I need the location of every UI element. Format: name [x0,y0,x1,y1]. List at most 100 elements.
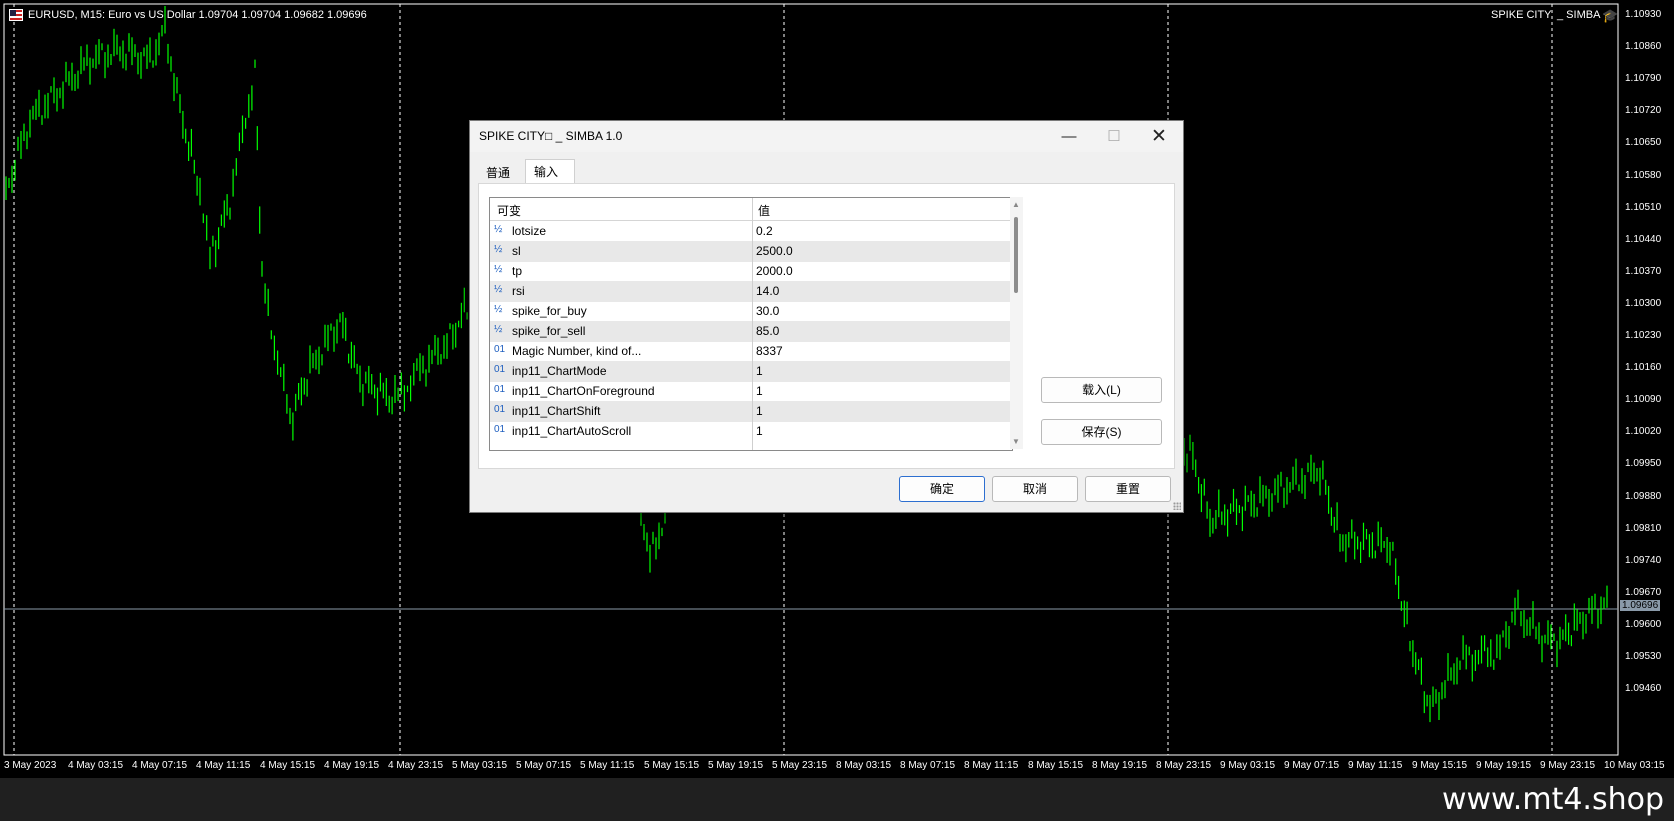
input-row-rsi[interactable]: ½ rsi 14.0 [490,281,1012,302]
chart-symbol-header: EURUSD, M15: Euro vs US Dollar 1.09704 1… [28,9,367,21]
price-tick-label: 1.09880 [1625,490,1662,502]
input-value[interactable]: 0.2 [756,224,773,238]
integer-type-icon: 01 [494,364,506,375]
input-row-sl[interactable]: ½ sl 2500.0 [490,241,1012,262]
ea-properties-dialog: SPIKE CITY□ _ SIMBA 1.0 — ☐ ✕ 普通 输入 可变 值… [469,120,1184,513]
time-tick-label: 3 May 2023 [4,760,57,771]
double-type-icon: ½ [494,264,503,275]
ok-button[interactable]: 确定 [899,476,985,502]
price-tick-label: 1.10090 [1625,394,1662,406]
input-row-inp11-chartautoscroll[interactable]: 01 inp11_ChartAutoScroll 1 [490,421,1012,442]
price-tick-label: 1.10790 [1625,73,1662,85]
input-value[interactable]: 1 [756,384,763,398]
input-value[interactable]: 8337 [756,344,783,358]
input-row-spike-for-sell[interactable]: ½ spike_for_sell 85.0 [490,321,1012,342]
price-tick-label: 1.10860 [1625,41,1662,53]
input-value[interactable]: 85.0 [756,324,779,338]
column-header-value[interactable]: 值 [758,202,770,219]
save-button[interactable]: 保存(S) [1041,419,1162,445]
price-tick-label: 1.10650 [1625,137,1662,149]
time-tick-label: 5 May 03:15 [452,760,508,771]
input-value[interactable]: 2500.0 [756,244,793,258]
price-tick-label: 1.10510 [1625,201,1662,213]
scroll-down-icon[interactable]: ▼ [1012,437,1020,446]
time-tick-label: 5 May 23:15 [772,760,828,771]
scrollbar-thumb[interactable] [1014,217,1018,293]
price-tick-label: 1.09740 [1625,554,1662,566]
row-separator [752,421,753,442]
input-value[interactable]: 1 [756,424,763,438]
input-name: Magic Number, kind of... [512,344,642,358]
time-tick-label: 9 May 19:15 [1476,760,1532,771]
input-name: inp11_ChartShift [512,404,601,418]
price-tick-label: 1.10020 [1625,426,1662,438]
price-tick-label: 1.10720 [1625,105,1662,117]
input-value[interactable]: 14.0 [756,284,779,298]
row-separator [752,241,753,262]
integer-type-icon: 01 [494,344,506,355]
tab-general[interactable]: 普通 [478,161,518,185]
time-tick-label: 10 May 03:15 [1604,760,1665,771]
input-value[interactable]: 30.0 [756,304,779,318]
input-name: spike_for_buy [512,304,587,318]
input-row-magic-number-kind-of[interactable]: 01 Magic Number, kind of... 8337 [490,341,1012,362]
time-tick-label: 4 May 03:15 [68,760,124,771]
integer-type-icon: 01 [494,424,506,435]
input-name: sl [512,244,521,258]
time-tick-label: 9 May 23:15 [1540,760,1596,771]
dialog-title-bar[interactable]: SPIKE CITY□ _ SIMBA 1.0 — ☐ ✕ [470,121,1183,152]
double-type-icon: ½ [494,324,503,335]
reset-button[interactable]: 重置 [1085,476,1171,502]
minimize-button[interactable]: — [1047,121,1091,152]
row-separator [752,341,753,362]
graduation-cap-icon[interactable]: 🎓 [1602,8,1618,24]
integer-type-icon: 01 [494,384,506,395]
close-button[interactable]: ✕ [1137,121,1181,152]
time-tick-label: 4 May 23:15 [388,760,444,771]
maximize-button[interactable]: ☐ [1092,121,1136,152]
double-type-icon: ½ [494,304,503,315]
time-tick-label: 5 May 07:15 [516,760,572,771]
input-row-inp11-chartonforeground[interactable]: 01 inp11_ChartOnForeground 1 [490,381,1012,402]
input-row-lotsize[interactable]: ½ lotsize 0.2 [490,221,1012,242]
input-row-tp[interactable]: ½ tp 2000.0 [490,261,1012,282]
time-tick-label: 4 May 11:15 [196,760,251,771]
load-button[interactable]: 载入(L) [1041,377,1162,403]
input-name: spike_for_sell [512,324,586,338]
input-value[interactable]: 1 [756,364,763,378]
input-value[interactable]: 2000.0 [756,264,793,278]
scroll-up-icon[interactable]: ▲ [1012,200,1020,209]
price-tick-label: 1.10580 [1625,169,1662,181]
resize-grip-icon[interactable] [1173,502,1181,510]
cancel-button[interactable]: 取消 [992,476,1078,502]
time-tick-label: 5 May 11:15 [580,760,635,771]
grid-scrollbar[interactable]: ▲ ▼ [1010,197,1023,449]
input-row-inp11-chartshift[interactable]: 01 inp11_ChartShift 1 [490,401,1012,422]
input-row-spike-for-buy[interactable]: ½ spike_for_buy 30.0 [490,301,1012,322]
input-row-inp11-chartmode[interactable]: 01 inp11_ChartMode 1 [490,361,1012,382]
price-tick-label: 1.10440 [1625,233,1662,245]
price-tick-label: 1.10160 [1625,362,1662,374]
row-separator [752,361,753,382]
inputs-grid[interactable]: 可变 值 ½ lotsize 0.2 ½ sl 2500.0 ½ tp 2000.0 ½ rsi 14… [489,197,1013,451]
integer-type-icon: 01 [494,404,506,415]
time-tick-label: 9 May 11:15 [1348,760,1403,771]
double-type-icon: ½ [494,244,503,255]
tab-inputs[interactable]: 输入 [525,159,575,183]
row-separator [752,321,753,342]
time-tick-label: 8 May 03:15 [836,760,892,771]
current-price-marker: 1.09696 [1620,600,1661,611]
input-name: lotsize [512,224,547,238]
double-type-icon: ½ [494,284,503,295]
grid-header: 可变 值 [490,198,1012,221]
time-tick-label: 9 May 03:15 [1220,760,1276,771]
time-tick-label: 9 May 07:15 [1284,760,1340,771]
ea-name-label: SPIKE CITY [1491,9,1552,21]
double-type-icon: ½ [494,224,503,235]
row-separator [752,401,753,422]
price-tick-label: 1.09810 [1625,522,1662,534]
time-tick-label: 8 May 19:15 [1092,760,1148,771]
column-header-variable[interactable]: 可变 [497,202,521,219]
input-value[interactable]: 1 [756,404,763,418]
row-separator [752,281,753,302]
